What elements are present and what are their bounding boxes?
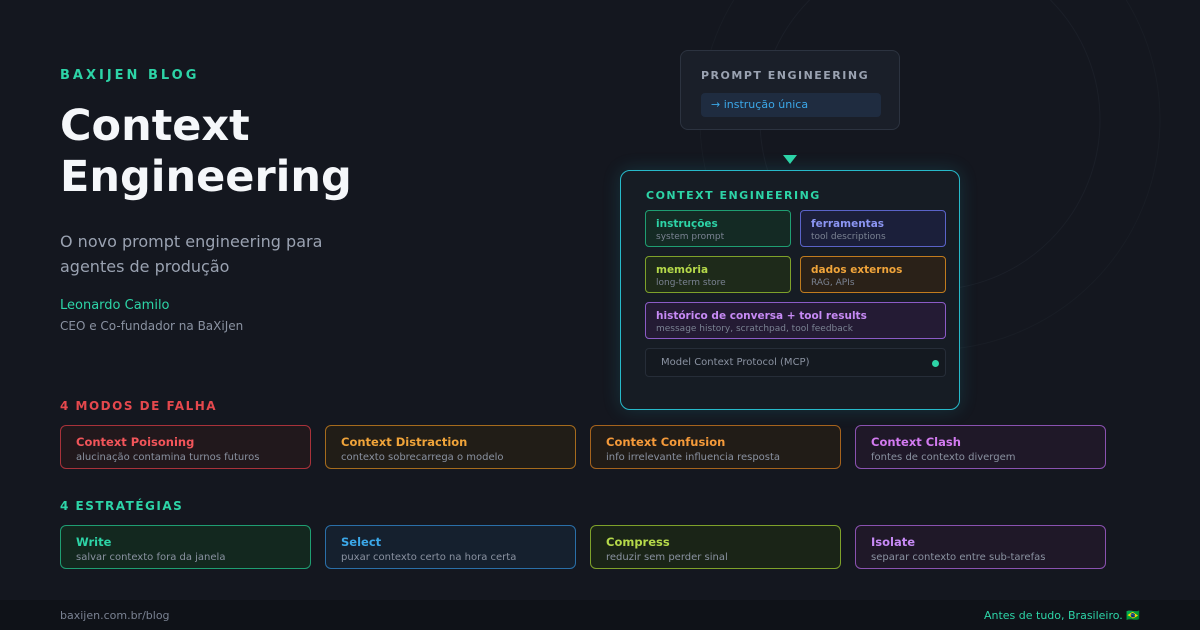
context-cell-sub: message history, scratchpad, tool feedba… bbox=[656, 324, 853, 334]
context-engineering-title: CONTEXT ENGINEERING bbox=[646, 189, 821, 202]
card-label: Isolate bbox=[871, 535, 916, 549]
strategy-card-write: Write salvar contexto fora da janela bbox=[60, 525, 311, 569]
context-cell-label: instruções bbox=[656, 218, 718, 230]
card-sub: info irrelevante influencia resposta bbox=[606, 452, 781, 463]
card-label: Context Clash bbox=[871, 435, 961, 449]
context-cell-instructions: instruções system prompt bbox=[645, 210, 791, 247]
card-label: Write bbox=[76, 535, 112, 549]
card-sub: salvar contexto fora da janela bbox=[76, 552, 226, 563]
footer-tagline: Antes de tudo, Brasileiro. 🇧🇷 bbox=[983, 609, 1140, 622]
context-cell-label: histórico de conversa + tool results bbox=[656, 310, 867, 322]
mcp-bar: Model Context Protocol (MCP) bbox=[645, 348, 946, 377]
failure-card-poisoning: Context Poisoning alucinação contamina t… bbox=[60, 425, 311, 469]
context-cell-sub: tool descriptions bbox=[811, 232, 886, 242]
card-sub: reduzir sem perder sinal bbox=[606, 552, 728, 563]
author-role: CEO e Co-fundador na BaXiJen bbox=[60, 319, 244, 333]
prompt-engineering-box: PROMPT ENGINEERING → instrução única bbox=[680, 50, 900, 130]
context-cell-tools: ferramentas tool descriptions bbox=[800, 210, 946, 247]
context-engineering-box: CONTEXT ENGINEERING instruções system pr… bbox=[620, 170, 960, 410]
status-dot-icon bbox=[932, 360, 939, 367]
failure-card-confusion: Context Confusion info irrelevante influ… bbox=[590, 425, 841, 469]
single-instruction-chip: → instrução única bbox=[701, 93, 881, 117]
context-cell-history: histórico de conversa + tool results mes… bbox=[645, 302, 946, 339]
context-cell-sub: long-term store bbox=[656, 278, 726, 288]
blog-eyebrow: BAXIJEN BLOG bbox=[60, 68, 200, 83]
strategy-card-compress: Compress reduzir sem perder sinal bbox=[590, 525, 841, 569]
context-cell-sub: system prompt bbox=[656, 232, 725, 242]
author-name: Leonardo Camilo bbox=[60, 298, 170, 313]
card-sub: puxar contexto certo na hora certa bbox=[341, 552, 517, 563]
page-subtitle: O novo prompt engineering para agentes d… bbox=[60, 232, 323, 276]
card-label: Context Poisoning bbox=[76, 435, 195, 449]
footer-url-link[interactable]: baxijen.com.br/blog bbox=[60, 609, 170, 622]
card-sub: contexto sobrecarrega o modelo bbox=[341, 452, 504, 463]
card-sub: alucinação contamina turnos futuros bbox=[76, 452, 260, 463]
card-sub: separar contexto entre sub-tarefas bbox=[871, 552, 1046, 563]
card-sub: fontes de contexto divergem bbox=[871, 452, 1016, 463]
footer: baxijen.com.br/blog Antes de tudo, Brasi… bbox=[0, 600, 1200, 630]
context-cell-label: dados externos bbox=[811, 264, 903, 276]
card-label: Compress bbox=[606, 535, 670, 549]
prompt-engineering-title: PROMPT ENGINEERING bbox=[701, 69, 870, 82]
strategy-card-isolate: Isolate separar contexto entre sub-taref… bbox=[855, 525, 1106, 569]
context-cell-label: ferramentas bbox=[811, 218, 885, 230]
page-title: Context Engineering bbox=[60, 101, 352, 202]
failure-card-distraction: Context Distraction contexto sobrecarreg… bbox=[325, 425, 576, 469]
card-label: Context Confusion bbox=[606, 435, 726, 449]
context-cell-label: memória bbox=[656, 264, 709, 276]
strategy-card-select: Select puxar contexto certo na hora cert… bbox=[325, 525, 576, 569]
context-cell-sub: RAG, APIs bbox=[811, 278, 855, 288]
mcp-label: Model Context Protocol (MCP) bbox=[661, 357, 810, 368]
down-arrow-icon bbox=[783, 155, 797, 164]
context-cell-memory: memória long-term store bbox=[645, 256, 791, 293]
strategies-title: 4 ESTRATÉGIAS bbox=[60, 499, 184, 513]
context-cell-external-data: dados externos RAG, APIs bbox=[800, 256, 946, 293]
failure-card-clash: Context Clash fontes de contexto diverge… bbox=[855, 425, 1106, 469]
card-label: Context Distraction bbox=[341, 435, 468, 449]
card-label: Select bbox=[341, 535, 382, 549]
failure-modes-title: 4 MODOS DE FALHA bbox=[60, 399, 218, 413]
